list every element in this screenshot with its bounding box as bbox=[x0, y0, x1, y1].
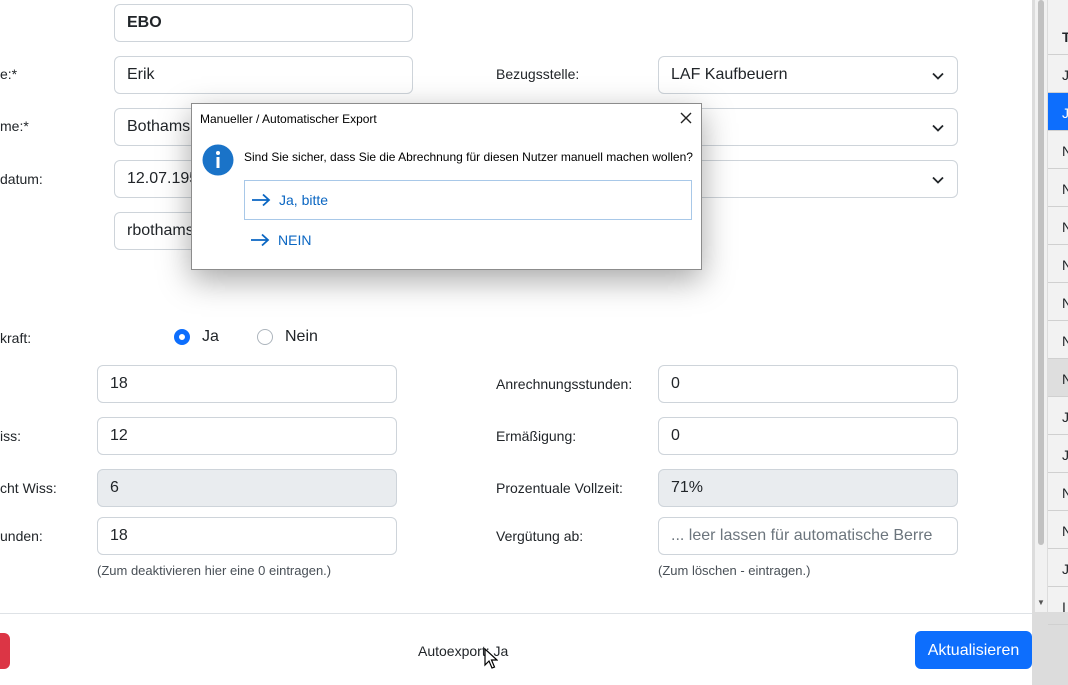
select-3[interactable]: Z bbox=[658, 160, 958, 198]
radio-nein-label: Nein bbox=[285, 328, 318, 345]
info-icon bbox=[202, 144, 234, 176]
arrow-right-icon bbox=[251, 233, 270, 247]
vollzeit-label: Prozentuale Vollzeit: bbox=[496, 480, 623, 496]
side-table-cell: N bbox=[1048, 131, 1068, 169]
side-table-cell: J bbox=[1048, 55, 1068, 93]
kuerzel-field[interactable]: EBO bbox=[114, 4, 413, 42]
bezugsstelle-label: Bezugsstelle: bbox=[496, 66, 580, 82]
update-button[interactable]: Aktualisieren bbox=[915, 631, 1032, 669]
nachname-label: me:* bbox=[0, 118, 29, 134]
ermaessigung-label: Ermäßigung: bbox=[496, 428, 577, 444]
chevron-down-icon bbox=[932, 124, 944, 132]
chevron-down-icon bbox=[932, 72, 944, 80]
ermaessigung-field[interactable]: 0 bbox=[658, 417, 958, 455]
side-table-cell: J bbox=[1048, 93, 1068, 131]
mouse-cursor-icon bbox=[484, 648, 498, 669]
dialog-message: Sind Sie sicher, dass Sie die Abrechnung… bbox=[244, 150, 693, 164]
lehrkraft-label: kraft: bbox=[0, 330, 32, 346]
verguetung-help: (Zum löschen - eintragen.) bbox=[658, 563, 811, 578]
nicht-wiss-field: 6 bbox=[97, 469, 397, 507]
side-table-cell: N bbox=[1048, 511, 1068, 549]
option-no-button[interactable]: NEIN bbox=[244, 221, 692, 261]
chevron-down-icon bbox=[932, 176, 944, 184]
delete-button[interactable] bbox=[0, 633, 10, 669]
stunden-gesamt-field[interactable]: 18 bbox=[97, 365, 397, 403]
side-table-cell: N bbox=[1048, 359, 1068, 397]
geburtsdatum-label: datum: bbox=[0, 171, 43, 187]
wiss-label: iss: bbox=[0, 428, 21, 444]
radio-ja[interactable] bbox=[174, 329, 190, 345]
side-table-cell: J bbox=[1048, 435, 1068, 473]
stunden-field[interactable]: 18 bbox=[97, 517, 397, 555]
bezugsstelle-value: LAF Kaufbeuern bbox=[671, 66, 788, 83]
stunden-help: (Zum deaktivieren hier eine 0 eintragen.… bbox=[97, 563, 332, 578]
verguetung-label: Vergütung ab: bbox=[496, 528, 584, 544]
footer-divider bbox=[0, 613, 1032, 614]
stunden-label: unden: bbox=[0, 528, 43, 544]
side-table-cell: N bbox=[1048, 473, 1068, 511]
radio-ja-label: Ja bbox=[202, 328, 219, 345]
vorname-field[interactable]: Erik bbox=[114, 56, 413, 94]
option-yes-button[interactable]: Ja, bitte bbox=[244, 180, 692, 220]
option-yes-label: Ja, bitte bbox=[279, 192, 329, 208]
vorname-label: e:* bbox=[0, 66, 18, 82]
verguetung-input[interactable]: ... leer lassen für automatische Berre bbox=[658, 517, 958, 555]
export-dialog: Manueller / Automatischer Export Sind Si… bbox=[191, 103, 702, 270]
side-table-cell: J bbox=[1048, 549, 1068, 587]
bezugsstelle-select[interactable]: LAF Kaufbeuern bbox=[658, 56, 958, 94]
option-no-label: NEIN bbox=[278, 232, 312, 248]
wiss-field[interactable]: 12 bbox=[97, 417, 397, 455]
radio-nein[interactable] bbox=[257, 329, 273, 345]
scrollbar-thumb[interactable] bbox=[1038, 0, 1044, 545]
side-table-cell: N bbox=[1048, 283, 1068, 321]
close-icon[interactable] bbox=[679, 111, 693, 125]
select-2[interactable]: RS bbox=[658, 108, 958, 146]
side-table-cell: N bbox=[1048, 169, 1068, 207]
side-table-cell: N bbox=[1048, 207, 1068, 245]
scroll-down-arrow-icon[interactable]: ▼ bbox=[1036, 598, 1046, 610]
anrechnung-label: Anrechnungsstunden: bbox=[496, 376, 633, 392]
anrechnung-field[interactable]: 0 bbox=[658, 365, 958, 403]
side-table-cell: I bbox=[1048, 587, 1068, 625]
side-table-cell: J bbox=[1048, 397, 1068, 435]
vollzeit-field: 71% bbox=[658, 469, 958, 507]
nicht-wiss-label: cht Wiss: bbox=[0, 480, 57, 496]
dialog-title: Manueller / Automatischer Export bbox=[200, 112, 377, 126]
side-table-header: T bbox=[1048, 17, 1068, 55]
arrow-right-icon bbox=[252, 193, 271, 207]
side-table-cell: N bbox=[1048, 321, 1068, 359]
side-table-cell: N bbox=[1048, 245, 1068, 283]
